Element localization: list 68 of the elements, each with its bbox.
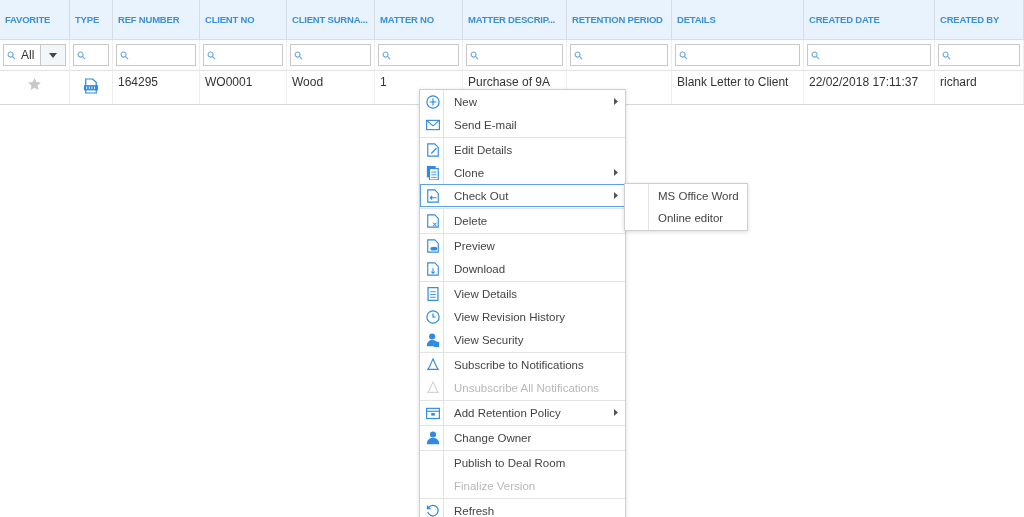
table-cell: 164295 — [118, 75, 159, 89]
table-cell: 1 — [380, 75, 387, 89]
search-icon — [294, 50, 303, 60]
search-icon — [942, 50, 951, 60]
document-arrow-icon — [426, 188, 440, 203]
menu-item[interactable]: Delete — [420, 209, 625, 232]
filter-field[interactable] — [807, 44, 931, 66]
user-lock-icon — [426, 332, 440, 347]
list-document-icon — [426, 286, 440, 301]
mail-icon — [426, 117, 440, 132]
filter-field[interactable] — [116, 44, 196, 66]
filter-field[interactable] — [203, 44, 283, 66]
bell-icon — [426, 380, 440, 395]
filter-field[interactable] — [73, 44, 109, 66]
bell-icon — [426, 357, 440, 372]
filter-field[interactable] — [378, 44, 459, 66]
filter-field[interactable] — [290, 44, 371, 66]
copy-icon — [426, 165, 440, 180]
search-icon — [382, 50, 391, 60]
menu-item[interactable]: Add Retention Policy — [420, 401, 625, 424]
preview-document-icon — [426, 238, 440, 253]
table-cell: Blank Letter to Client — [677, 75, 789, 89]
star-icon[interactable] — [28, 78, 41, 90]
menu-item[interactable]: View Security — [420, 328, 625, 351]
search-icon — [7, 50, 16, 60]
search-icon — [811, 50, 820, 60]
download-document-icon — [426, 261, 440, 276]
delete-document-icon — [426, 213, 440, 228]
edit-document-icon — [426, 142, 440, 157]
table-cell: Wood — [292, 75, 324, 89]
menu-item[interactable]: View Revision History — [420, 305, 625, 328]
document-icon — [84, 78, 98, 94]
caret-icon — [49, 52, 57, 58]
clock-icon — [426, 309, 440, 324]
submenu-item[interactable]: MS Office Word — [625, 185, 747, 207]
menu-item[interactable]: New — [420, 90, 625, 113]
search-icon — [679, 50, 688, 60]
filter-value: All — [21, 48, 36, 62]
menu-item[interactable]: Preview — [420, 234, 625, 257]
menu-item[interactable]: View Details — [420, 282, 625, 305]
filter-field[interactable] — [938, 44, 1020, 66]
user-icon — [426, 430, 440, 445]
plus-circle-icon — [426, 94, 440, 109]
search-icon — [207, 50, 216, 60]
search-icon — [120, 50, 129, 60]
search-icon — [574, 50, 583, 60]
filter-field[interactable] — [466, 44, 563, 66]
menu-item[interactable]: Download — [420, 257, 625, 280]
menu-item[interactable]: Clone — [420, 161, 625, 184]
table-cell: Purchase of 9A — [468, 75, 551, 89]
menu-item[interactable]: Subscribe to Notifications — [420, 353, 625, 376]
menu-item[interactable]: Publish to Deal Room — [420, 451, 625, 474]
filter-dropdown[interactable]: All — [3, 44, 66, 66]
menu-item[interactable]: Edit Details — [420, 138, 625, 161]
search-icon — [470, 50, 479, 60]
menu-item[interactable]: Change Owner — [420, 426, 625, 449]
table-cell: WO0001 — [205, 75, 253, 89]
calendar-icon — [426, 405, 440, 420]
menu-item[interactable]: Send E-mail — [420, 113, 625, 136]
table-cell: 22/02/2018 17:11:37 — [809, 75, 919, 89]
table-cell: richard — [940, 75, 977, 89]
search-icon — [77, 50, 86, 60]
submenu-item[interactable]: Online editor — [625, 207, 747, 229]
menu-item[interactable]: Check Out — [420, 184, 625, 207]
filter-field[interactable] — [675, 44, 800, 66]
refresh-icon — [426, 503, 440, 517]
menu-item[interactable]: Refresh — [420, 499, 625, 517]
filter-field[interactable] — [570, 44, 668, 66]
